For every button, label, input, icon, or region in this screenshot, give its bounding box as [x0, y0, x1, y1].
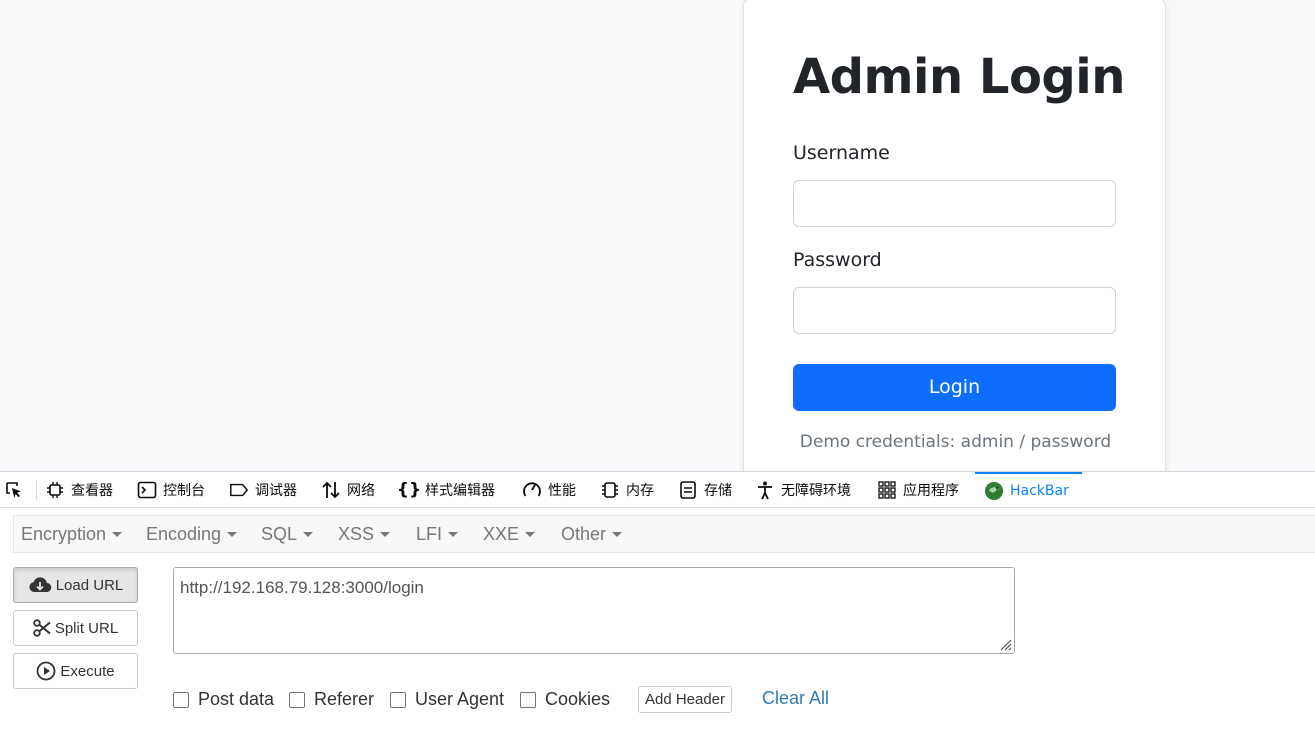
menu-lfi-label: LFI — [416, 524, 443, 544]
menu-sql[interactable]: SQL — [261, 516, 314, 554]
cloud-download-icon — [29, 577, 51, 593]
demo-credentials-text: Demo credentials: admin / password — [799, 432, 1112, 452]
performance-icon — [522, 480, 542, 500]
tab-application[interactable]: 应用程序 — [877, 472, 959, 508]
tab-storage[interactable]: 存储 — [678, 472, 732, 508]
login-card: Admin Login Username Password Login Demo… — [743, 0, 1166, 471]
page-viewport: Admin Login Username Password Login Demo… — [0, 0, 1315, 471]
console-icon — [137, 480, 157, 500]
tab-hackbar[interactable]: HackBar — [975, 472, 1082, 508]
caret-down-icon — [448, 531, 459, 537]
cookies-label: Cookies — [545, 688, 611, 709]
scissors-icon — [33, 619, 51, 637]
devtools-toolbar: 查看器 控制台 调试器 网络 {} 样式编辑器 性能 内存 存储 无障碍环境 应… — [0, 471, 1315, 508]
style-editor-icon: {} — [396, 480, 422, 500]
split-url-label: Split URL — [54, 619, 119, 637]
inspector-icon — [45, 480, 65, 500]
tab-memory[interactable]: 内存 — [600, 472, 654, 508]
tab-inspector[interactable]: 查看器 — [45, 472, 113, 508]
menu-xss[interactable]: XSS — [338, 516, 391, 554]
cookies-option[interactable]: Cookies — [520, 688, 610, 710]
tab-accessibility-label: 无障碍环境 — [781, 483, 851, 499]
post-data-checkbox[interactable] — [173, 692, 189, 708]
password-label: Password — [793, 249, 882, 271]
tab-style-editor-label: 样式编辑器 — [425, 483, 495, 499]
toolbar-separator — [36, 480, 37, 500]
network-icon — [321, 480, 341, 500]
tab-debugger-label: 调试器 — [255, 483, 297, 499]
tab-console-label: 控制台 — [163, 483, 205, 499]
menu-xss-label: XSS — [338, 524, 375, 544]
tab-accessibility[interactable]: 无障碍环境 — [755, 472, 851, 508]
caret-down-icon — [303, 531, 314, 537]
caret-down-icon — [227, 531, 238, 537]
menu-encoding-label: Encoding — [146, 524, 222, 544]
tab-debugger[interactable]: 调试器 — [229, 472, 297, 508]
tab-storage-label: 存储 — [704, 483, 732, 499]
referer-label: Referer — [314, 688, 375, 709]
url-textarea[interactable]: http://192.168.79.128:3000/login — [173, 567, 1015, 654]
menu-xxe-label: XXE — [483, 524, 520, 544]
tab-network[interactable]: 网络 — [321, 472, 375, 508]
memory-icon — [600, 480, 620, 500]
caret-down-icon — [612, 531, 623, 537]
menu-xxe[interactable]: XXE — [483, 516, 536, 554]
caret-down-icon — [112, 531, 123, 537]
tab-application-label: 应用程序 — [903, 483, 959, 499]
username-input[interactable] — [793, 180, 1116, 227]
hackbar-menu-bar: Encryption Encoding SQL XSS LFI XXE Othe… — [13, 515, 1315, 553]
user-agent-label: User Agent — [415, 688, 505, 709]
caret-down-icon — [380, 531, 391, 537]
debugger-icon — [229, 480, 249, 500]
hackbar-icon — [984, 481, 1004, 501]
element-picker-icon — [4, 480, 24, 500]
user-agent-checkbox[interactable] — [390, 692, 406, 708]
user-agent-option[interactable]: User Agent — [390, 688, 504, 710]
post-data-option[interactable]: Post data — [173, 688, 274, 710]
execute-label: Execute — [60, 662, 115, 680]
element-picker-button[interactable] — [4, 472, 30, 508]
application-icon — [877, 480, 897, 500]
menu-other[interactable]: Other — [561, 516, 623, 554]
execute-button[interactable]: Execute — [13, 653, 138, 689]
tab-performance[interactable]: 性能 — [522, 472, 576, 508]
menu-encoding[interactable]: Encoding — [146, 516, 238, 554]
load-url-button[interactable]: Load URL — [13, 567, 138, 603]
storage-icon — [678, 480, 698, 500]
tab-memory-label: 内存 — [626, 483, 654, 499]
menu-other-label: Other — [561, 524, 607, 544]
cookies-checkbox[interactable] — [520, 692, 536, 708]
resize-grip-icon[interactable] — [998, 637, 1012, 651]
clear-all-link[interactable]: Clear All — [762, 688, 829, 709]
tab-hackbar-label: HackBar — [1010, 483, 1069, 499]
url-text: http://192.168.79.128:3000/login — [180, 578, 424, 597]
tab-style-editor[interactable]: {} 样式编辑器 — [396, 472, 495, 508]
username-label: Username — [793, 142, 890, 164]
tab-performance-label: 性能 — [548, 483, 576, 499]
menu-sql-label: SQL — [261, 524, 298, 544]
add-header-button[interactable]: Add Header — [638, 686, 732, 713]
menu-encryption[interactable]: Encryption — [21, 516, 123, 554]
login-button[interactable]: Login — [793, 364, 1116, 411]
menu-lfi[interactable]: LFI — [416, 516, 459, 554]
login-title: Admin Login — [793, 49, 1125, 105]
play-circle-icon — [36, 661, 56, 681]
menu-encryption-label: Encryption — [21, 524, 107, 544]
split-url-button[interactable]: Split URL — [13, 610, 138, 646]
tab-console[interactable]: 控制台 — [137, 472, 205, 508]
tab-network-label: 网络 — [347, 483, 375, 499]
load-url-label: Load URL — [55, 576, 124, 594]
post-data-label: Post data — [198, 688, 275, 709]
referer-option[interactable]: Referer — [289, 688, 374, 710]
tab-inspector-label: 查看器 — [71, 483, 113, 499]
caret-down-icon — [525, 531, 536, 537]
password-input[interactable] — [793, 287, 1116, 334]
referer-checkbox[interactable] — [289, 692, 305, 708]
accessibility-icon — [755, 480, 775, 500]
